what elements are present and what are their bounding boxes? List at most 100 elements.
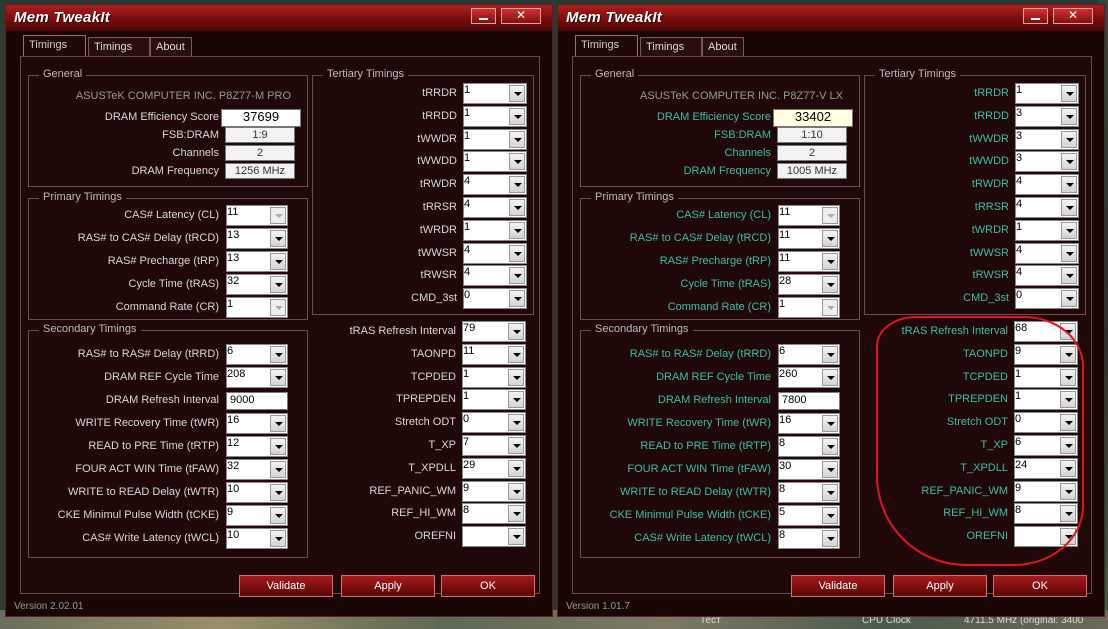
- secondary-timing-dropdown[interactable]: 208: [226, 367, 288, 388]
- chevron-down-icon[interactable]: [270, 276, 286, 293]
- misc-timing-dropdown[interactable]: 0: [462, 412, 526, 434]
- tertiary-timing-dropdown[interactable]: 1: [463, 128, 527, 150]
- secondary-timing-dropdown[interactable]: 10: [226, 482, 288, 503]
- tertiary-timing-dropdown[interactable]: 3: [1015, 128, 1079, 150]
- misc-timing-dropdown[interactable]: 1: [462, 389, 526, 411]
- tab-timings-1[interactable]: Timings #1: [575, 35, 638, 69]
- secondary-timing-dropdown[interactable]: 32: [226, 459, 288, 480]
- tab-about[interactable]: About: [150, 37, 192, 56]
- tertiary-timing-dropdown[interactable]: 4: [463, 174, 527, 196]
- chevron-down-icon[interactable]: [509, 221, 525, 239]
- tab-timings-1[interactable]: Timings #1: [23, 35, 86, 69]
- primary-timing-dropdown[interactable]: 28: [778, 274, 840, 295]
- primary-timing-dropdown[interactable]: 11: [778, 251, 840, 272]
- primary-timing-dropdown[interactable]: 13: [226, 228, 288, 249]
- chevron-down-icon[interactable]: [822, 207, 838, 224]
- misc-timing-dropdown[interactable]: 7: [462, 435, 526, 456]
- refresh-interval-input[interactable]: 7800: [778, 392, 840, 410]
- close-button[interactable]: ✕: [1053, 8, 1093, 24]
- secondary-timing-dropdown[interactable]: 9: [226, 505, 288, 526]
- chevron-down-icon[interactable]: [822, 299, 838, 316]
- chevron-down-icon[interactable]: [1061, 153, 1077, 171]
- chevron-down-icon[interactable]: [508, 528, 524, 546]
- chevron-down-icon[interactable]: [822, 253, 838, 270]
- chevron-down-icon[interactable]: [509, 85, 525, 102]
- chevron-down-icon[interactable]: [508, 505, 524, 523]
- tertiary-timing-dropdown[interactable]: 1: [463, 151, 527, 173]
- title-bar[interactable]: Mem TweakIt ✕: [558, 5, 1104, 31]
- secondary-timing-dropdown[interactable]: 260: [778, 367, 840, 388]
- chevron-down-icon[interactable]: [270, 207, 286, 224]
- tab-about[interactable]: About: [702, 37, 744, 56]
- chevron-down-icon[interactable]: [1061, 176, 1077, 194]
- chevron-down-icon[interactable]: [509, 153, 525, 171]
- misc-timing-dropdown[interactable]: 11: [462, 343, 526, 365]
- chevron-down-icon[interactable]: [270, 438, 286, 455]
- misc-timing-dropdown[interactable]: 9: [462, 480, 526, 502]
- tertiary-timing-dropdown[interactable]: 4: [1015, 174, 1079, 196]
- chevron-down-icon[interactable]: [270, 299, 286, 316]
- ok-button[interactable]: OK: [993, 575, 1087, 597]
- secondary-timing-dropdown[interactable]: 6: [778, 344, 840, 365]
- chevron-down-icon[interactable]: [509, 107, 525, 125]
- minimize-button[interactable]: [1023, 8, 1048, 24]
- chevron-down-icon[interactable]: [508, 391, 524, 409]
- primary-timing-dropdown[interactable]: 11: [226, 205, 288, 226]
- chevron-down-icon[interactable]: [822, 346, 838, 363]
- primary-timing-dropdown[interactable]: 13: [226, 251, 288, 272]
- close-button[interactable]: ✕: [501, 8, 541, 24]
- tertiary-timing-dropdown[interactable]: 4: [1015, 197, 1079, 218]
- chevron-down-icon[interactable]: [1061, 107, 1077, 125]
- chevron-down-icon[interactable]: [509, 267, 525, 285]
- secondary-timing-dropdown[interactable]: 16: [778, 413, 840, 434]
- chevron-down-icon[interactable]: [822, 461, 838, 478]
- chevron-down-icon[interactable]: [508, 345, 524, 363]
- apply-button[interactable]: Apply: [893, 575, 987, 597]
- title-bar[interactable]: Mem TweakIt ✕: [6, 5, 552, 31]
- tertiary-timing-dropdown[interactable]: 4: [1015, 265, 1079, 287]
- chevron-down-icon[interactable]: [822, 276, 838, 293]
- chevron-down-icon[interactable]: [1061, 199, 1077, 216]
- refresh-interval-input[interactable]: 9000: [226, 392, 288, 410]
- secondary-timing-dropdown[interactable]: 30: [778, 459, 840, 480]
- tertiary-timing-dropdown[interactable]: 1: [463, 219, 527, 241]
- misc-timing-dropdown[interactable]: 79: [462, 321, 526, 342]
- misc-timing-dropdown[interactable]: 29: [462, 457, 526, 479]
- secondary-timing-dropdown[interactable]: 8: [778, 436, 840, 457]
- chevron-down-icon[interactable]: [1061, 130, 1077, 148]
- tab-timings-2[interactable]: Timings #2: [88, 37, 150, 71]
- chevron-down-icon[interactable]: [822, 415, 838, 432]
- tertiary-timing-dropdown[interactable]: 3: [1015, 151, 1079, 173]
- tertiary-timing-dropdown[interactable]: 3: [1015, 105, 1079, 127]
- chevron-down-icon[interactable]: [270, 230, 286, 247]
- secondary-timing-dropdown[interactable]: 10: [226, 528, 288, 549]
- chevron-down-icon[interactable]: [1061, 290, 1077, 308]
- chevron-down-icon[interactable]: [508, 414, 524, 432]
- secondary-timing-dropdown[interactable]: 6: [226, 344, 288, 365]
- chevron-down-icon[interactable]: [270, 530, 286, 547]
- secondary-timing-dropdown[interactable]: 8: [778, 482, 840, 503]
- primary-timing-dropdown[interactable]: 32: [226, 274, 288, 295]
- tertiary-timing-dropdown[interactable]: 1: [463, 105, 527, 127]
- chevron-down-icon[interactable]: [1061, 267, 1077, 285]
- chevron-down-icon[interactable]: [270, 253, 286, 270]
- chevron-down-icon[interactable]: [509, 290, 525, 308]
- chevron-down-icon[interactable]: [822, 230, 838, 247]
- ok-button[interactable]: OK: [441, 575, 535, 597]
- chevron-down-icon[interactable]: [822, 507, 838, 524]
- chevron-down-icon[interactable]: [270, 507, 286, 524]
- chevron-down-icon[interactable]: [508, 323, 524, 340]
- tertiary-timing-dropdown[interactable]: 4: [1015, 242, 1079, 264]
- chevron-down-icon[interactable]: [508, 482, 524, 500]
- secondary-timing-dropdown[interactable]: 16: [226, 413, 288, 434]
- secondary-timing-dropdown[interactable]: 5: [778, 505, 840, 526]
- chevron-down-icon[interactable]: [509, 244, 525, 262]
- chevron-down-icon[interactable]: [508, 437, 524, 454]
- validate-button[interactable]: Validate: [791, 575, 885, 597]
- tertiary-timing-dropdown[interactable]: 0: [463, 288, 527, 310]
- chevron-down-icon[interactable]: [509, 199, 525, 216]
- chevron-down-icon[interactable]: [822, 438, 838, 455]
- chevron-down-icon[interactable]: [1061, 244, 1077, 262]
- secondary-timing-dropdown[interactable]: 12: [226, 436, 288, 457]
- chevron-down-icon[interactable]: [270, 461, 286, 478]
